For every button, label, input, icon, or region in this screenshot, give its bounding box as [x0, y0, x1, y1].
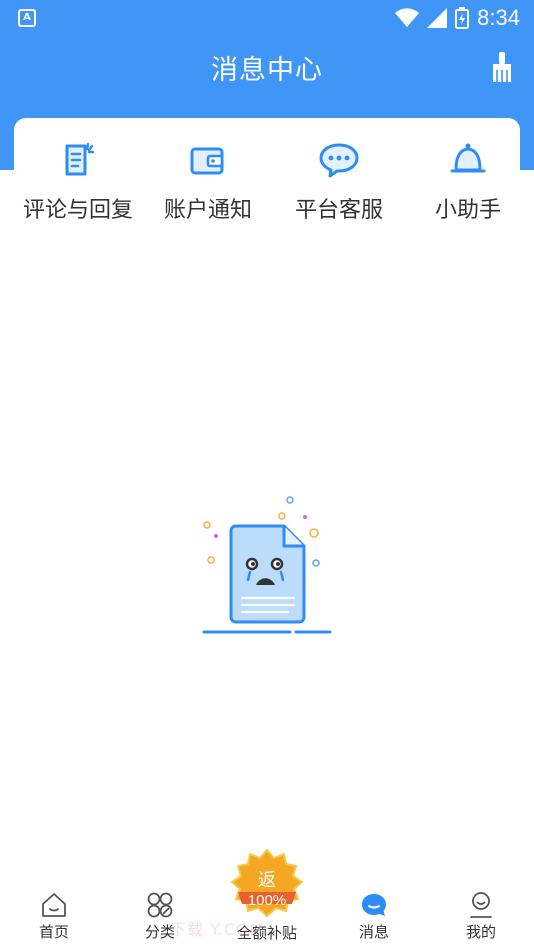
- category-account[interactable]: 账户通知: [138, 140, 278, 224]
- page-title: 消息中心: [211, 55, 323, 86]
- category-label: 小助手: [434, 198, 501, 223]
- category-comments[interactable]: 评论与回复: [8, 140, 148, 224]
- message-icon: [362, 894, 386, 916]
- tab-home[interactable]: 首页: [9, 890, 99, 942]
- status-bar: A 8:34: [0, 0, 534, 36]
- tab-label: 我的: [465, 923, 496, 941]
- empty-state-illustration: [202, 496, 332, 634]
- wallet-icon: [190, 147, 224, 175]
- signal-icon: [427, 8, 448, 28]
- tab-profile[interactable]: 我的: [436, 890, 526, 942]
- category-label: 平台客服: [294, 198, 383, 223]
- clear-broom-icon[interactable]: [490, 52, 514, 82]
- profile-icon: [470, 892, 492, 918]
- tab-label: 首页: [38, 923, 69, 941]
- grid-icon: [147, 892, 173, 918]
- home-icon: [42, 893, 66, 917]
- tab-full-subsidy[interactable]: 返 100%: [230, 848, 304, 922]
- tab-label: 分类: [144, 923, 175, 941]
- category-label: 账户通知: [163, 198, 252, 223]
- bell-icon: [450, 143, 486, 173]
- comment-doc-icon: [65, 142, 95, 176]
- tab-label: 消息: [358, 923, 389, 941]
- chat-bubble-icon: [319, 143, 359, 178]
- tab-messages[interactable]: 消息: [329, 890, 419, 942]
- status-time: 8:34: [477, 5, 520, 30]
- category-label: 评论与回复: [22, 198, 133, 223]
- wifi-icon: [395, 8, 420, 27]
- category-card: 评论与回复 账户通知 平台客服 小助手: [14, 118, 520, 238]
- badge-return-text: 返: [258, 870, 276, 891]
- category-assistant[interactable]: 小助手: [398, 140, 534, 224]
- app-notification-icon: A: [18, 9, 36, 27]
- badge-percent: 100%: [247, 892, 287, 909]
- battery-icon: [455, 7, 470, 29]
- category-service[interactable]: 平台客服: [269, 140, 409, 224]
- tab-category[interactable]: 分类: [115, 890, 205, 942]
- tab-label: 全额补贴: [236, 924, 297, 942]
